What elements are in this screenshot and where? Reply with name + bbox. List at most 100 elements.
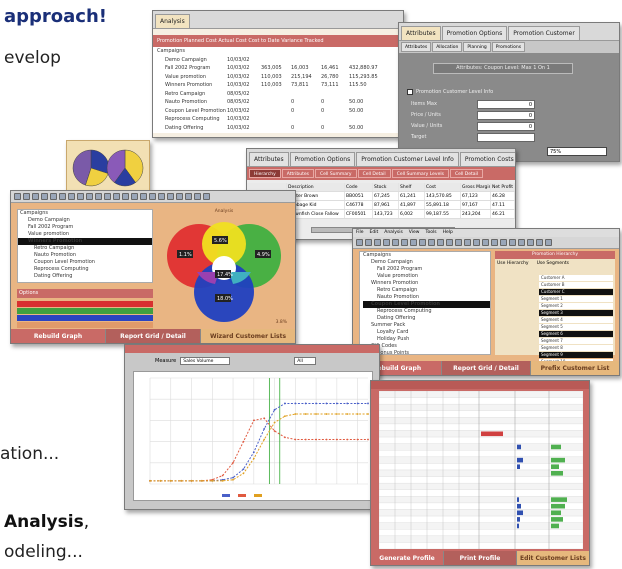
tree-item[interactable]: Holiday Push [363, 336, 490, 343]
venn-tree-item[interactable]: Fall 2002 Program [18, 224, 152, 231]
table-col-header[interactable]: Shelf [399, 183, 425, 191]
toolbar-icon[interactable] [23, 193, 30, 200]
toolbar-icon[interactable] [491, 239, 498, 246]
toolbar-icon[interactable] [509, 239, 516, 246]
toolbar-icon[interactable] [383, 239, 390, 246]
table-subtab[interactable]: Cell Summary [314, 169, 357, 178]
table-subtab[interactable]: Attributes [281, 169, 314, 178]
toolbar-icon[interactable] [410, 239, 417, 246]
tree-right-row[interactable]: Customer A [539, 275, 613, 281]
tree-item[interactable]: Retro Campaign [363, 287, 490, 294]
action-button[interactable]: Generate Profile [371, 551, 443, 565]
toolbar-icon[interactable] [194, 193, 201, 200]
toolbar-icon[interactable] [41, 193, 48, 200]
tree-item[interactable]: Demo Campaign [363, 259, 490, 266]
table-col-header[interactable]: Code [345, 183, 373, 191]
tree-item[interactable]: Winners Promotion [363, 280, 490, 287]
tree-right-row[interactable]: Customer B [539, 282, 613, 288]
toolbar-icon[interactable] [356, 239, 363, 246]
toolbar-icon[interactable] [500, 239, 507, 246]
radio-use-segments[interactable]: Use Segments [537, 261, 569, 266]
toolbar-icon[interactable] [176, 193, 183, 200]
table-col-header[interactable]: Gross Margin [461, 183, 491, 191]
action-button[interactable]: Prefix Customer List [531, 361, 619, 375]
tree-right-row[interactable]: Customer C [539, 289, 613, 295]
toolbar-icon[interactable] [113, 193, 120, 200]
tree-right-row[interactable]: Segment 6 [539, 331, 613, 337]
toolbar-icon[interactable] [392, 239, 399, 246]
menu-item[interactable]: Tools [425, 229, 436, 237]
action-button[interactable]: Wizard Customer Lists [201, 329, 295, 343]
table-tab[interactable]: Promotion Costs [459, 152, 515, 166]
table-subtab[interactable]: Cell Summary Levels [391, 169, 449, 178]
toolbar-icon[interactable] [365, 239, 372, 246]
table-subtab[interactable]: Hierarchy [249, 169, 281, 178]
tree-item[interactable]: Fall 2002 Program [363, 266, 490, 273]
toolbar-icon[interactable] [203, 193, 210, 200]
venn-tree-item[interactable]: Coupon Level Promotion [18, 259, 152, 266]
action-button[interactable]: Rebuild Graph [11, 329, 105, 343]
tree-item[interactable]: Nauto Promotion [363, 294, 490, 301]
promotion-field-input[interactable]: 0 [477, 122, 535, 131]
toolbar-icon[interactable] [68, 193, 75, 200]
toolbar-icon[interactable] [77, 193, 84, 200]
toolbar-icon[interactable] [149, 193, 156, 200]
toolbar-icon[interactable] [518, 239, 525, 246]
chart-select-b[interactable]: All [294, 357, 317, 365]
analysis-row[interactable]: Reprocess Computing 10/03/02 [157, 115, 403, 124]
analysis-row[interactable]: Nauto Promotion 08/05/02 0 0 50.00 [157, 98, 403, 107]
table-tab[interactable]: Attributes [249, 152, 289, 166]
promotion-target-field[interactable]: 75% [547, 147, 607, 156]
venn-tree-item[interactable]: Value promotion [18, 231, 152, 238]
analysis-row[interactable]: Demo Campaign 10/03/02 [157, 56, 403, 65]
tree-right-row[interactable]: Segment 4 [539, 317, 613, 323]
tree-right-row[interactable]: Segment 7 [539, 338, 613, 344]
action-button[interactable]: Report Grid / Detail [106, 329, 200, 343]
toolbar-icon[interactable] [14, 193, 21, 200]
venn-tree-item[interactable]: Winners Promotion [18, 238, 152, 245]
toolbar-icon[interactable] [185, 193, 192, 200]
toolbar-icon[interactable] [419, 239, 426, 246]
promotion-tab[interactable]: Attributes [401, 26, 441, 40]
promotion-subtab[interactable]: Allocation [432, 42, 463, 52]
tree-item[interactable]: Summer Pack [363, 322, 490, 329]
tree-right-row[interactable]: Segment 1 [539, 296, 613, 302]
analysis-row[interactable]: Dating Offering 10/03/02 0 0 50.00 [157, 124, 403, 133]
action-button[interactable]: Print Profile [444, 551, 516, 565]
analysis-row[interactable]: Winners Promotion 10/03/02 110,003 73,811 73… [157, 81, 403, 90]
promotion-subtab[interactable]: Planning [463, 42, 491, 52]
tree-right-row[interactable]: Segment 9 [539, 352, 613, 358]
tree-item[interactable]: Reprocess Computing [363, 308, 490, 315]
toolbar-icon[interactable] [86, 193, 93, 200]
toolbar-icon[interactable] [50, 193, 57, 200]
action-button[interactable]: Edit Customer Lists [517, 551, 589, 565]
radio-use-hierarchy[interactable]: Use Hierarchy [497, 261, 529, 266]
menu-item[interactable]: Edit [370, 229, 379, 237]
action-button[interactable]: Report Grid / Detail [442, 361, 530, 375]
toolbar-icon[interactable] [455, 239, 462, 246]
tab-analysis[interactable]: Analysis [155, 14, 190, 28]
table-col-header[interactable]: Net Profit [491, 183, 515, 191]
menu-item[interactable]: Analysis [384, 229, 403, 237]
promotion-subtab[interactable]: Attributes [401, 42, 432, 52]
toolbar-icon[interactable] [167, 193, 174, 200]
toolbar-icon[interactable] [104, 193, 111, 200]
menu-item[interactable]: File [356, 229, 364, 237]
toolbar-icon[interactable] [464, 239, 471, 246]
tree-item[interactable]: Dating Offering [363, 315, 490, 322]
tree-right-row[interactable]: Segment 8 [539, 345, 613, 351]
venn-tree-item[interactable]: Retro Campaign [18, 245, 152, 252]
tree-right-row[interactable]: Segment 2 [539, 303, 613, 309]
promotion-field-input[interactable]: 0 [477, 100, 535, 109]
toolbar-icon[interactable] [374, 239, 381, 246]
toolbar-icon[interactable] [446, 239, 453, 246]
tree-right-row[interactable]: Segment 3 [539, 310, 613, 316]
toolbar-icon[interactable] [545, 239, 552, 246]
menu-item[interactable]: Help [443, 229, 453, 237]
toolbar-icon[interactable] [59, 193, 66, 200]
toolbar-icon[interactable] [140, 193, 147, 200]
toolbar-icon[interactable] [473, 239, 480, 246]
analysis-row[interactable]: Retro Campaign 08/05/02 [157, 90, 403, 99]
toolbar-icon[interactable] [131, 193, 138, 200]
venn-tree-item[interactable]: Nauto Promotion [18, 252, 152, 259]
